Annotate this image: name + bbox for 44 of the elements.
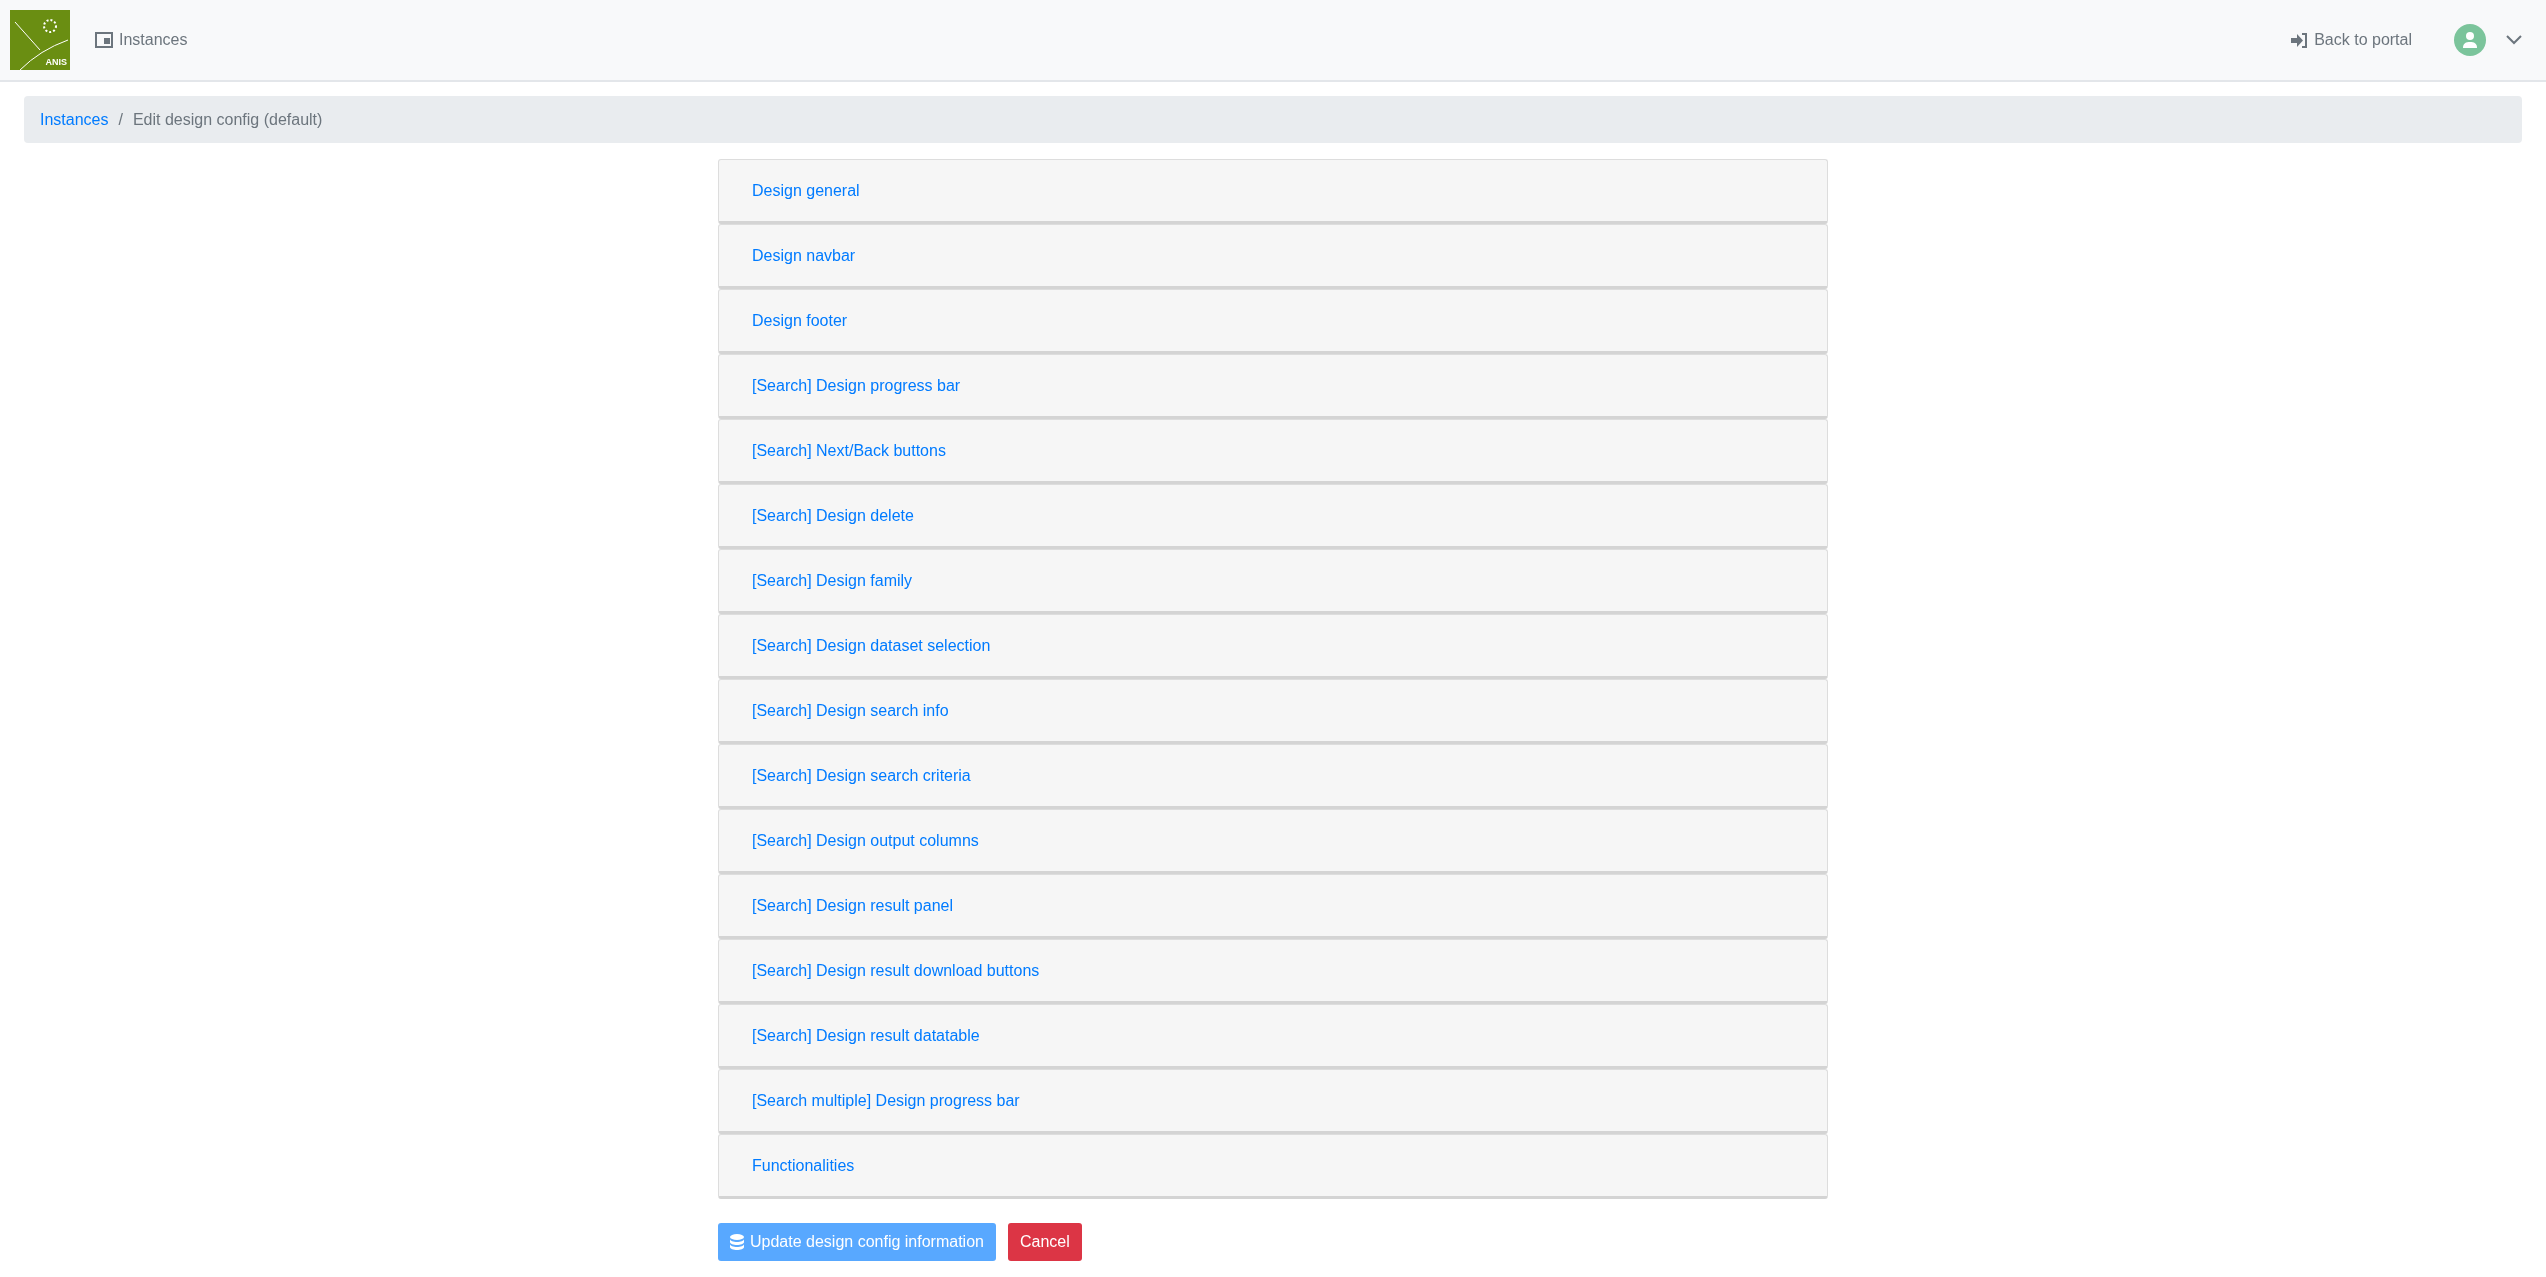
accordion-title[interactable]: [Search] Design progress bar [752, 376, 961, 395]
accordion-title[interactable]: [Search] Next/Back buttons [752, 441, 946, 460]
accordion-title[interactable]: Design footer [752, 311, 848, 330]
breadcrumb-separator: / [118, 110, 123, 129]
accordion-header[interactable]: Functionalities [718, 1134, 1828, 1199]
accordion-header[interactable]: [Search] Design output columns [718, 809, 1828, 874]
accordion-header[interactable]: [Search] Next/Back buttons [718, 419, 1828, 484]
logo[interactable]: ANIS [10, 10, 70, 70]
accordion-title[interactable]: [Search] Design dataset selection [752, 636, 991, 655]
accordion-header[interactable]: [Search] Design result datatable [718, 1004, 1828, 1069]
accordion-header[interactable]: Design navbar [718, 224, 1828, 289]
logo-text: ANIS [45, 57, 67, 67]
accordion-header[interactable]: [Search] Design search criteria [718, 744, 1828, 809]
accordion-title[interactable]: [Search] Design output columns [752, 831, 979, 850]
accordion-header[interactable]: [Search] Design delete [718, 484, 1828, 549]
sign-in-icon [2291, 32, 2309, 48]
back-to-portal-link[interactable]: Back to portal [2291, 31, 2412, 49]
accordion-header[interactable]: [Search] Design result panel [718, 874, 1828, 939]
accordion-title[interactable]: Design navbar [752, 246, 856, 265]
accordion-title[interactable]: [Search multiple] Design progress bar [752, 1091, 1020, 1110]
accordion-title[interactable]: [Search] Design delete [752, 506, 914, 525]
image-icon [95, 32, 113, 48]
accordion-header[interactable]: [Search] Design result download buttons [718, 939, 1828, 1004]
accordion-header[interactable]: [Search multiple] Design progress bar [718, 1069, 1828, 1134]
accordion-header[interactable]: [Search] Design progress bar [718, 354, 1828, 419]
nav-link[interactable]: Instances [95, 31, 188, 49]
accordion-header[interactable]: [Search] Design dataset selection [718, 614, 1828, 679]
accordion-title[interactable]: Design general [752, 181, 860, 200]
cancel-button[interactable]: Cancel [1007, 1223, 1082, 1261]
accordion-header[interactable]: Design general [718, 159, 1828, 224]
accordion-header[interactable]: [Search] Design search info [718, 679, 1828, 744]
breadcrumb-link[interactable]: Instances [40, 110, 109, 129]
accordion-title[interactable]: [Search] Design result panel [752, 896, 953, 915]
accordion-title[interactable]: [Search] Design search info [752, 701, 949, 720]
accordion-title[interactable]: Functionalities [752, 1156, 855, 1175]
chevron-down-icon[interactable] [2506, 35, 2522, 45]
breadcrumb-current: Edit design config (default) [132, 110, 323, 129]
accordion-header[interactable]: [Search] Design family [718, 549, 1828, 614]
accordion-title[interactable]: [Search] Design family [752, 571, 913, 590]
database-icon [730, 1234, 744, 1250]
accordion-title[interactable]: [Search] Design result datatable [752, 1026, 980, 1045]
accordion-header[interactable]: Design footer [718, 289, 1828, 354]
accordion-title[interactable]: [Search] Design result download buttons [752, 961, 1040, 980]
accordion-title[interactable]: [Search] Design search criteria [752, 766, 971, 785]
